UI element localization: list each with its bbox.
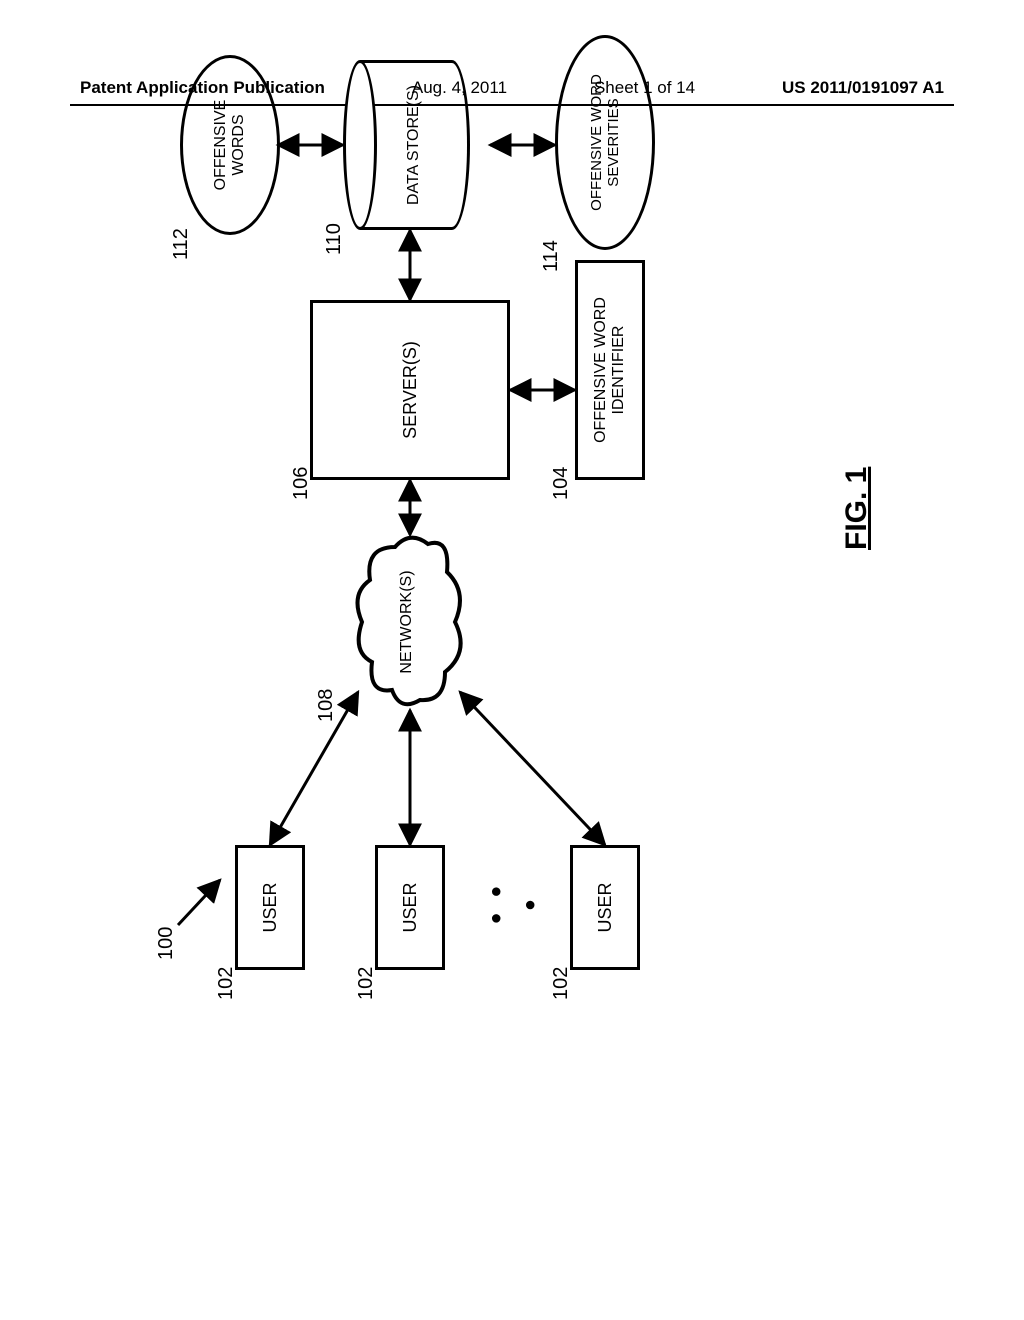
figure-1-diagram: 100 USER 102 USER 102 • • • USER 102 NET…: [60, 0, 960, 1040]
user-label: USER: [400, 883, 421, 933]
user-ellipsis: • • •: [480, 878, 548, 928]
ref-102-b: 102: [355, 967, 378, 1000]
server-label: SERVER(S): [400, 341, 421, 439]
ref-100: 100: [155, 927, 178, 960]
figure-caption: FIG. 1: [840, 467, 874, 550]
severities-ellipse: OFFENSIVE WORD SEVERITIES: [555, 35, 655, 250]
user-box-1: USER: [235, 845, 305, 970]
offensive-words-label: OFFENSIVE WORDS: [212, 100, 248, 191]
user-box-3: USER: [570, 845, 640, 970]
identifier-box: OFFENSIVE WORD IDENTIFIER: [575, 260, 645, 480]
ref-106: 106: [290, 467, 313, 500]
ref-102-c: 102: [550, 967, 573, 1000]
server-box: SERVER(S): [310, 300, 510, 480]
user-box-2: USER: [375, 845, 445, 970]
ref-108: 108: [315, 689, 338, 722]
user-label: USER: [260, 883, 281, 933]
ref-102-a: 102: [215, 967, 238, 1000]
ref-110: 110: [323, 223, 346, 255]
identifier-label: OFFENSIVE WORD IDENTIFIER: [592, 297, 628, 443]
offensive-words-ellipse: OFFENSIVE WORDS: [180, 55, 280, 235]
severities-label: OFFENSIVE WORD SEVERITIES: [588, 74, 622, 211]
ref-112: 112: [170, 228, 193, 260]
network-label: NETWORK(S): [398, 532, 416, 712]
ref-104: 104: [550, 467, 573, 500]
network-cloud: NETWORK(S): [350, 532, 470, 712]
ref-114: 114: [540, 240, 563, 272]
datastore-cylinder: DATA STORE(S): [343, 60, 488, 230]
datastore-label: DATA STORE(S): [405, 85, 423, 205]
user-label: USER: [595, 883, 616, 933]
